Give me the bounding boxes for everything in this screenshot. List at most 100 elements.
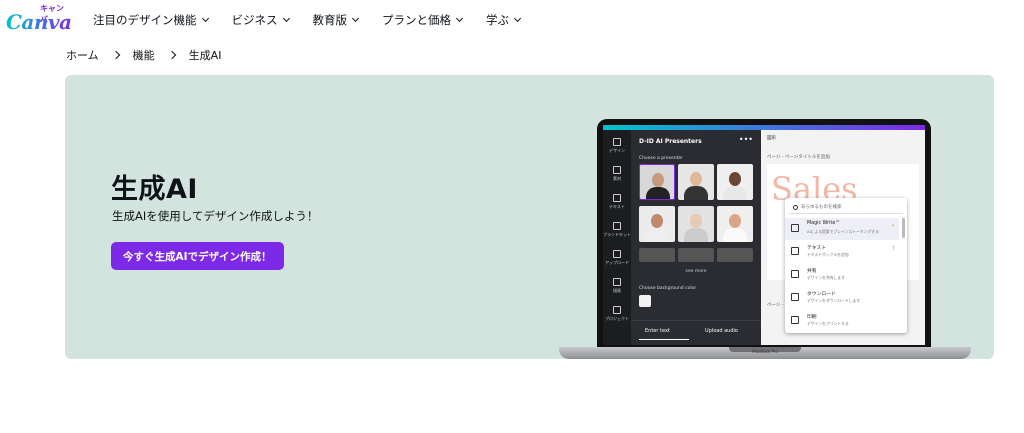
start-design-button[interactable]: 今すぐ生成AIでデザイン作成！ <box>111 242 284 270</box>
menu-scrollbar <box>902 218 905 238</box>
shortcut-key: T <box>892 247 895 252</box>
text-icon <box>791 247 799 255</box>
nav-item-education[interactable]: 教育版 <box>312 12 360 28</box>
sidebar-item-draw: 描画 <box>603 278 631 294</box>
brand-icon <box>613 222 621 230</box>
active-tab-indicator <box>639 339 689 340</box>
chevron-right-icon <box>111 50 120 60</box>
menu-item-print: 印刷 デザインをプリントする <box>785 310 899 332</box>
nav-label: ビジネス <box>231 13 278 27</box>
chevron-down-icon <box>513 14 522 23</box>
menu-item-title: 印刷 <box>807 315 817 320</box>
breadcrumb-features[interactable]: 機能 <box>133 47 155 63</box>
background-color-label: Choose background color <box>639 286 697 291</box>
print-icon <box>791 316 799 324</box>
sparkle-icon: ✦ <box>891 224 895 229</box>
main-menu: 注目のデザイン機能 ビジネス 教育版 プランと価格 学ぶ <box>93 12 544 28</box>
sidebar-label: デザイン <box>609 148 625 153</box>
menu-item-desc: デザインをプリントする <box>807 321 849 326</box>
menu-item-download: ダウンロード デザインをダウンロードします <box>785 287 899 309</box>
page-heading: ページ - ページタイトルを追加 <box>767 155 830 160</box>
magic-wand-icon <box>791 224 799 232</box>
color-swatch <box>639 295 651 307</box>
chevron-down-icon <box>455 14 464 23</box>
editor-sidebar: デザイン 素材 テキスト ブランドキット アップロード 描画 プロジェクト <box>603 130 631 345</box>
nav-label: 教育版 <box>312 13 348 27</box>
presenter-avatar <box>717 206 753 242</box>
sidebar-item-text: テキスト <box>603 194 631 210</box>
text-icon <box>613 194 621 202</box>
nav-item-design-features[interactable]: 注目のデザイン機能 <box>93 12 209 28</box>
sidebar-item-brand: ブランドキット <box>603 222 631 238</box>
presenter-avatar <box>639 206 675 242</box>
presenter-avatar <box>678 206 714 242</box>
sidebar-label: プロジェクト <box>605 316 629 321</box>
laptop-label: MacBook Pro <box>752 349 778 354</box>
presenter-avatar <box>678 248 714 262</box>
editor-screenshot: デザイン 素材 テキスト ブランドキット アップロード 描画 プロジェクト D-… <box>603 125 925 345</box>
download-icon <box>791 293 799 301</box>
logo-wordmark: Canva <box>6 10 72 34</box>
menu-item-desc: AIによる提案でブレインストーミングする <box>807 229 879 234</box>
hero-subtitle: 生成AIを使用してデザイン作成しよう！ <box>112 209 319 223</box>
sidebar-label: テキスト <box>609 204 625 209</box>
command-menu: あらゆるものを検索 Magic Write™ AIによる提案でブレインストーミン… <box>785 198 907 333</box>
sidebar-item-uploads: アップロード <box>603 250 631 266</box>
sidebar-label: ブランドキット <box>603 232 631 237</box>
menu-item-title: Magic Write™ <box>807 221 841 226</box>
menu-item-title: ダウンロード <box>807 292 836 297</box>
shapes-icon <box>613 166 621 174</box>
panel-title: D-ID AI Presenters <box>639 138 702 145</box>
nav-item-learn[interactable]: 学ぶ <box>486 12 522 28</box>
see-more-link: see more <box>685 269 707 274</box>
upload-icon <box>613 250 621 258</box>
nav-label: 注目のデザイン機能 <box>93 13 197 27</box>
more-icon: ••• <box>738 135 753 144</box>
top-navigation: キャンバ Canva 注目のデザイン機能 ビジネス 教育版 プランと価格 学ぶ <box>0 0 1024 40</box>
sidebar-item-design: デザイン <box>603 138 631 154</box>
menu-item-title: テキスト <box>807 246 827 251</box>
laptop-mockup-image: デザイン 素材 テキスト ブランドキット アップロード 描画 プロジェクト D-… <box>559 119 971 359</box>
breadcrumb-home[interactable]: ホーム <box>66 47 99 63</box>
template-icon <box>613 138 621 146</box>
tab-upload-audio: Upload audio <box>705 328 738 334</box>
nav-item-pricing[interactable]: プランと価格 <box>382 12 464 28</box>
presenter-avatar <box>639 164 675 200</box>
search-placeholder: あらゆるものを検索 <box>801 205 842 210</box>
presenter-avatar <box>717 248 753 262</box>
search-icon <box>793 205 798 210</box>
breadcrumb-current: 生成AI <box>188 49 222 62</box>
nav-item-business[interactable]: ビジネス <box>231 12 290 28</box>
presenter-avatar <box>639 248 675 262</box>
chevron-down-icon <box>201 14 209 23</box>
sidebar-item-elements: 素材 <box>603 166 631 182</box>
page-title: 生成AI <box>111 174 198 205</box>
sidebar-label: アップロード <box>605 260 629 265</box>
menu-item-desc: デザインをダウンロードします <box>807 298 861 303</box>
canva-logo[interactable]: キャンバ Canva <box>6 4 72 34</box>
menu-item-desc: テキストボックスを追加 <box>807 252 849 257</box>
panel-tabs: Enter text Upload audio <box>631 320 761 345</box>
nav-label: プランと価格 <box>382 13 451 27</box>
breadcrumb: ホーム 機能 生成AI <box>66 47 221 63</box>
presenter-avatar <box>717 164 753 200</box>
menu-item-share: 共有 デザインを共有します <box>785 264 899 286</box>
menu-item-title: 共有 <box>807 269 817 274</box>
presenter-label: Choose a presenter <box>639 156 683 161</box>
hero-banner: 生成AI 生成AIを使用してデザイン作成しよう！ 今すぐ生成AIでデザイン作成！… <box>65 75 994 359</box>
menu-search-input: あらゆるものを検索 <box>789 202 903 214</box>
chevron-right-icon <box>167 50 176 60</box>
sidebar-item-projects: プロジェクト <box>603 306 631 322</box>
nav-label: 学ぶ <box>486 13 509 27</box>
chevron-down-icon <box>282 14 290 23</box>
share-icon <box>791 270 799 278</box>
presenter-avatar <box>678 164 714 200</box>
chevron-down-icon <box>351 14 360 23</box>
pen-icon <box>613 278 621 286</box>
folder-icon <box>613 306 621 314</box>
sidebar-label: 素材 <box>613 176 621 181</box>
menu-item-text: テキスト テキストボックスを追加 T <box>785 241 899 263</box>
sidebar-label: 描画 <box>613 288 621 293</box>
presenter-panel: D-ID AI Presenters ••• Choose a presente… <box>631 130 761 345</box>
menu-item-desc: デザインを共有します <box>807 275 845 280</box>
